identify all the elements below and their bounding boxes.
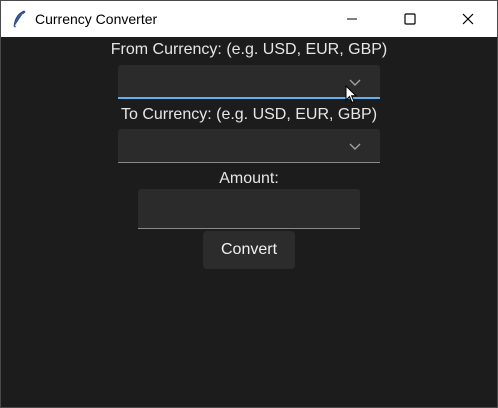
chevron-down-icon[interactable] [348, 141, 362, 151]
window-title: Currency Converter [35, 11, 158, 27]
from-currency-label: From Currency: (e.g. USD, EUR, GBP) [110, 41, 388, 58]
close-icon [462, 13, 474, 25]
minimize-button[interactable] [329, 1, 375, 37]
to-currency-combobox[interactable] [118, 129, 380, 163]
from-currency-combobox[interactable] [118, 65, 380, 99]
amount-input[interactable] [138, 189, 360, 229]
maximize-icon [404, 13, 416, 25]
convert-button[interactable]: Convert [203, 231, 295, 269]
minimize-icon [347, 18, 357, 20]
maximize-button[interactable] [387, 1, 433, 37]
mouse-pointer-icon [345, 85, 357, 104]
app-window: Currency Converter From Currency: (e.g. … [0, 0, 498, 408]
title-bar[interactable]: Currency Converter [1, 1, 497, 37]
close-button[interactable] [445, 1, 491, 37]
amount-label: Amount: [219, 170, 279, 187]
to-currency-label: To Currency: (e.g. USD, EUR, GBP) [120, 106, 378, 123]
feather-icon [13, 10, 26, 28]
